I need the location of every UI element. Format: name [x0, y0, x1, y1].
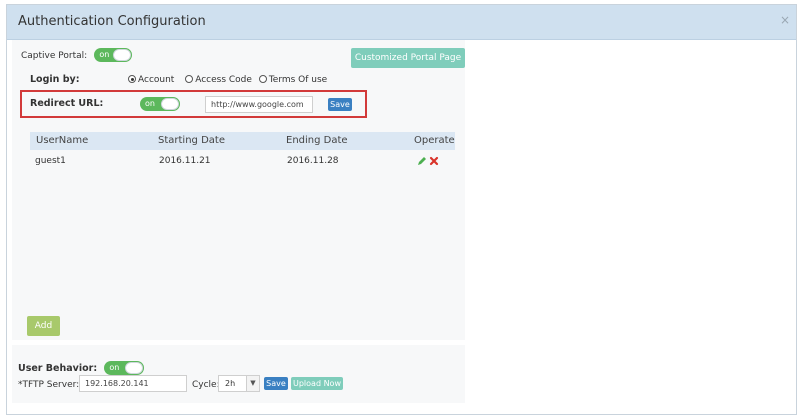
- login-option-access-code[interactable]: Access Code: [185, 75, 252, 85]
- user-behavior-label: User Behavior:: [18, 363, 98, 374]
- captive-portal-label: Captive Portal:: [21, 51, 88, 61]
- close-icon[interactable]: ×: [778, 13, 792, 27]
- toggle-knob: [125, 362, 144, 374]
- col-username: UserName: [36, 135, 89, 146]
- cell-end: 2016.11.28: [287, 156, 339, 166]
- captive-portal-row: Captive Portal: on: [21, 48, 133, 62]
- add-button[interactable]: Add: [27, 316, 60, 336]
- redirect-save-button[interactable]: Save: [328, 98, 352, 111]
- login-by-row: Login by:: [30, 74, 80, 85]
- redirect-url-label: Redirect URL:: [30, 98, 104, 109]
- dialog-title: Authentication Configuration: [18, 14, 206, 29]
- edit-pencil-icon[interactable]: [417, 156, 427, 166]
- redirect-url-input[interactable]: http://www.google.com: [205, 96, 313, 113]
- auth-settings-panel: Captive Portal: on Customized Portal Pag…: [12, 40, 465, 340]
- behavior-toggle-label: on: [109, 363, 120, 372]
- tftp-label: *TFTP Server:: [18, 380, 80, 390]
- radio-checked-icon: [128, 75, 136, 83]
- radio-icon: [185, 75, 194, 83]
- cell-start: 2016.11.21: [159, 156, 211, 166]
- user-behavior-section: User Behavior: on *TFTP Server: 192.168.…: [12, 345, 465, 403]
- delete-icon[interactable]: [429, 156, 439, 166]
- captive-portal-toggle[interactable]: on: [94, 48, 133, 62]
- radio-icon: [258, 75, 267, 83]
- toggle-knob: [161, 98, 179, 110]
- user-behavior-row: User Behavior: on: [18, 361, 145, 375]
- customized-portal-page-button[interactable]: Customized Portal Page: [351, 48, 465, 68]
- user-table-header: UserName Starting Date Ending Date Opera…: [30, 132, 455, 150]
- login-option-account[interactable]: Account: [128, 75, 174, 85]
- login-by-label: Login by:: [30, 74, 80, 85]
- chevron-down-icon: ▼: [246, 376, 259, 391]
- toggle-knob: [113, 49, 132, 61]
- col-operate: Operate: [414, 135, 455, 146]
- redirect-toggle-label: on: [145, 99, 155, 108]
- captive-portal-toggle-label: on: [99, 50, 110, 59]
- user-behavior-toggle[interactable]: on: [104, 361, 145, 375]
- dialog-titlebar: Authentication Configuration ×: [7, 5, 796, 40]
- cycle-select-value: 2h: [225, 379, 236, 388]
- behavior-save-button[interactable]: Save: [264, 377, 288, 390]
- cell-username: guest1: [35, 156, 66, 166]
- tftp-server-input[interactable]: 192.168.20.141: [79, 375, 187, 392]
- cycle-label: Cycle:: [192, 380, 220, 390]
- upload-now-button[interactable]: Upload Now: [291, 377, 343, 390]
- redirect-url-toggle[interactable]: on: [140, 97, 180, 111]
- cycle-select[interactable]: 2h ▼: [218, 375, 260, 392]
- login-options: Account Access Code Terms Of use: [128, 75, 327, 85]
- col-starting-date: Starting Date: [158, 135, 225, 146]
- col-ending-date: Ending Date: [286, 135, 348, 146]
- login-option-terms[interactable]: Terms Of use: [258, 75, 327, 85]
